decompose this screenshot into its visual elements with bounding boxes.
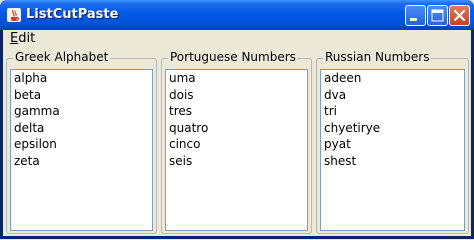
menu-bar: Edit	[3, 30, 471, 49]
list-item[interactable]: alpha	[11, 70, 152, 87]
list-item[interactable]: uma	[166, 70, 307, 87]
list-item[interactable]: chyetirye	[321, 120, 464, 137]
close-icon	[453, 9, 466, 22]
menu-edit-label: dit	[18, 31, 36, 46]
menu-edit[interactable]: Edit	[10, 31, 35, 46]
list-item[interactable]: dva	[321, 87, 464, 104]
list-item[interactable]: tri	[321, 103, 464, 120]
list-greek-alphabet[interactable]: alpha beta gamma delta epsilon zeta	[10, 69, 153, 231]
group-title-portuguese: Portuguese Numbers	[168, 50, 298, 64]
group-greek-alphabet: Greek Alphabet alpha beta gamma delta ep…	[6, 50, 157, 234]
minimize-button[interactable]	[405, 5, 426, 26]
list-item[interactable]: beta	[11, 87, 152, 104]
application-window: ListCutPaste Edit Greek Alphabet alpha b…	[0, 0, 474, 239]
minimize-icon	[410, 18, 417, 21]
list-item[interactable]: tres	[166, 103, 307, 120]
list-item[interactable]: epsilon	[11, 136, 152, 153]
list-item[interactable]: zeta	[11, 153, 152, 170]
list-item[interactable]: quatro	[166, 120, 307, 137]
group-russian-numbers: Russian Numbers adeen dva tri chyetirye …	[316, 50, 469, 234]
menu-edit-mnemonic: E	[10, 31, 19, 46]
list-russian-numbers[interactable]: adeen dva tri chyetirye pyat shest	[320, 69, 465, 231]
list-item[interactable]: shest	[321, 153, 464, 170]
client-area: Edit Greek Alphabet alpha beta gamma del…	[3, 30, 471, 236]
list-item[interactable]: cinco	[166, 136, 307, 153]
group-title-russian: Russian Numbers	[323, 50, 432, 64]
list-item[interactable]: gamma	[11, 103, 152, 120]
list-item[interactable]: dois	[166, 87, 307, 104]
list-item[interactable]: pyat	[321, 136, 464, 153]
title-bar[interactable]: ListCutPaste	[0, 0, 474, 30]
list-item[interactable]: seis	[166, 153, 307, 170]
maximize-icon	[431, 9, 444, 22]
list-item[interactable]: adeen	[321, 70, 464, 87]
group-portuguese-numbers: Portuguese Numbers uma dois tres quatro …	[161, 50, 312, 234]
window-title: ListCutPaste	[26, 7, 119, 22]
list-portuguese-numbers[interactable]: uma dois tres quatro cinco seis	[165, 69, 308, 231]
maximize-button[interactable]	[427, 5, 448, 26]
list-item[interactable]: delta	[11, 120, 152, 137]
close-button[interactable]	[449, 5, 470, 26]
group-title-greek: Greek Alphabet	[13, 50, 111, 64]
java-cup-icon	[7, 8, 21, 22]
